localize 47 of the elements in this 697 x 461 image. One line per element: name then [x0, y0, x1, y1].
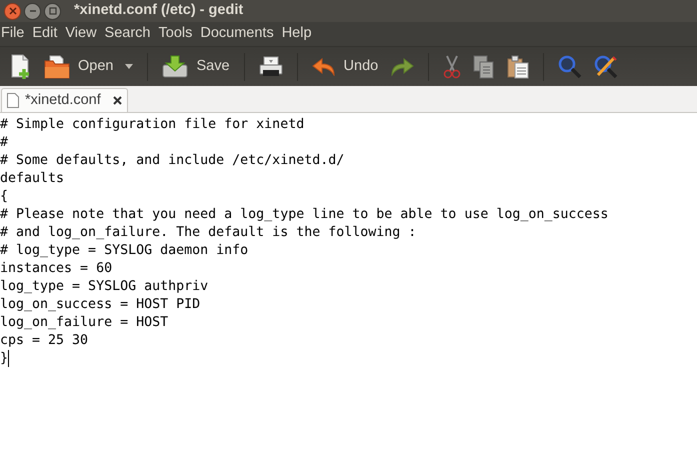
copy-icon: [473, 54, 496, 78]
code-line: # Simple configuration file for xinetd: [0, 117, 304, 132]
code-line: log_on_failure = HOST: [0, 315, 168, 330]
menu-item[interactable]: Tools: [154, 23, 196, 45]
search-pencil-icon: [594, 54, 618, 78]
toolbar-button[interactable]: Save: [156, 48, 236, 84]
download-drive-icon: [162, 54, 188, 78]
code-line: # Please note that you need a log_type line to be able to use log_on_success: [0, 207, 608, 222]
code-line: log_type = SYSLOG authpriv: [0, 279, 208, 294]
code-line: # and log_on_failure. The default is the following :: [0, 225, 416, 240]
document-icon: [7, 93, 19, 108]
document-tab[interactable]: *xinetd.conf: [1, 88, 128, 112]
toolbar-button[interactable]: Undo: [306, 48, 384, 84]
code-line: #: [0, 135, 8, 150]
close-tab-button[interactable]: [112, 96, 122, 105]
close-icon: [112, 96, 122, 105]
close-icon: [8, 7, 16, 15]
curved-arrow-left-icon: [312, 58, 336, 76]
code-line: instances = 60: [0, 261, 112, 276]
scissors-icon: [443, 54, 462, 78]
code-line: {: [0, 189, 8, 204]
code-line: cps = 25 30: [0, 333, 88, 348]
caret-icon: [125, 64, 134, 70]
menu-item[interactable]: Edit: [28, 23, 62, 45]
menu-item[interactable]: View: [61, 23, 101, 45]
printer-icon: [258, 56, 283, 78]
maximize-button[interactable]: [44, 2, 61, 20]
search-icon: [558, 54, 582, 78]
menu-item[interactable]: Help: [278, 23, 316, 45]
toolbar-button[interactable]: Open: [38, 48, 120, 84]
text-cursor: [8, 350, 10, 367]
menu-item[interactable]: Search: [100, 23, 154, 45]
clipboard-icon: [507, 54, 530, 78]
new-document-icon: [10, 54, 32, 80]
close-button[interactable]: [4, 2, 21, 20]
code-line: # Some defaults, and include /etc/xinetd.d/: [0, 153, 344, 168]
menu-item[interactable]: File: [0, 23, 28, 45]
window-title: *xinetd.conf (/etc) - gedit: [74, 1, 244, 20]
maximize-icon: [48, 7, 56, 15]
folder-icon: [44, 54, 70, 78]
code-line: defaults: [0, 171, 64, 186]
minimize-button[interactable]: [24, 2, 41, 20]
code-line: log_on_success = HOST PID: [0, 297, 200, 312]
code-line: }: [0, 351, 8, 366]
menu-item[interactable]: Documents: [196, 23, 278, 45]
curved-arrow-right-icon: [390, 58, 414, 76]
code-line: # log_type = SYSLOG daemon info: [0, 243, 248, 258]
